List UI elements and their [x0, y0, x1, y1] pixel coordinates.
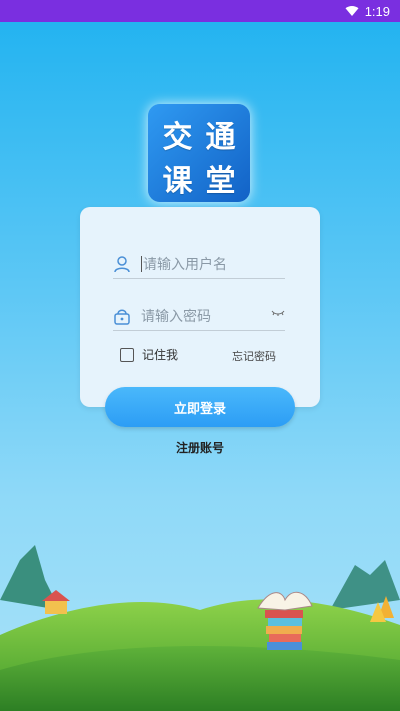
- login-screen: 1:19 交 通 课 堂 请输入用户名 请输入密码 记住我 忘记密码 立即登录 …: [0, 0, 400, 711]
- app-logo: 交 通 课 堂: [148, 104, 250, 202]
- text-cursor: [141, 256, 142, 272]
- user-icon: [114, 256, 130, 273]
- landscape-illustration: [0, 545, 400, 711]
- logo-char: 交: [162, 120, 193, 155]
- wifi-icon: [345, 5, 359, 16]
- username-field[interactable]: 请输入用户名: [113, 250, 285, 279]
- lock-icon: [114, 309, 130, 325]
- remember-me[interactable]: 记住我: [120, 346, 178, 363]
- password-placeholder: 请输入密码: [141, 309, 211, 325]
- password-field[interactable]: 请输入密码: [113, 302, 285, 331]
- login-button[interactable]: 立即登录: [105, 387, 295, 427]
- remember-label: 记住我: [142, 348, 179, 362]
- status-time: 1:19: [364, 3, 390, 19]
- logo-char: 堂: [205, 164, 236, 199]
- eye-closed-icon[interactable]: [271, 308, 285, 318]
- login-card: 请输入用户名 请输入密码 记住我 忘记密码: [80, 207, 320, 407]
- register-link[interactable]: 注册账号: [0, 439, 400, 456]
- status-bar: 1:19: [0, 0, 400, 22]
- logo-char: 课: [162, 164, 193, 199]
- remember-checkbox[interactable]: [120, 347, 134, 362]
- username-placeholder: 请输入用户名: [143, 257, 227, 273]
- logo-char: 通: [205, 120, 236, 155]
- forgot-password-link[interactable]: 忘记密码: [232, 348, 276, 364]
